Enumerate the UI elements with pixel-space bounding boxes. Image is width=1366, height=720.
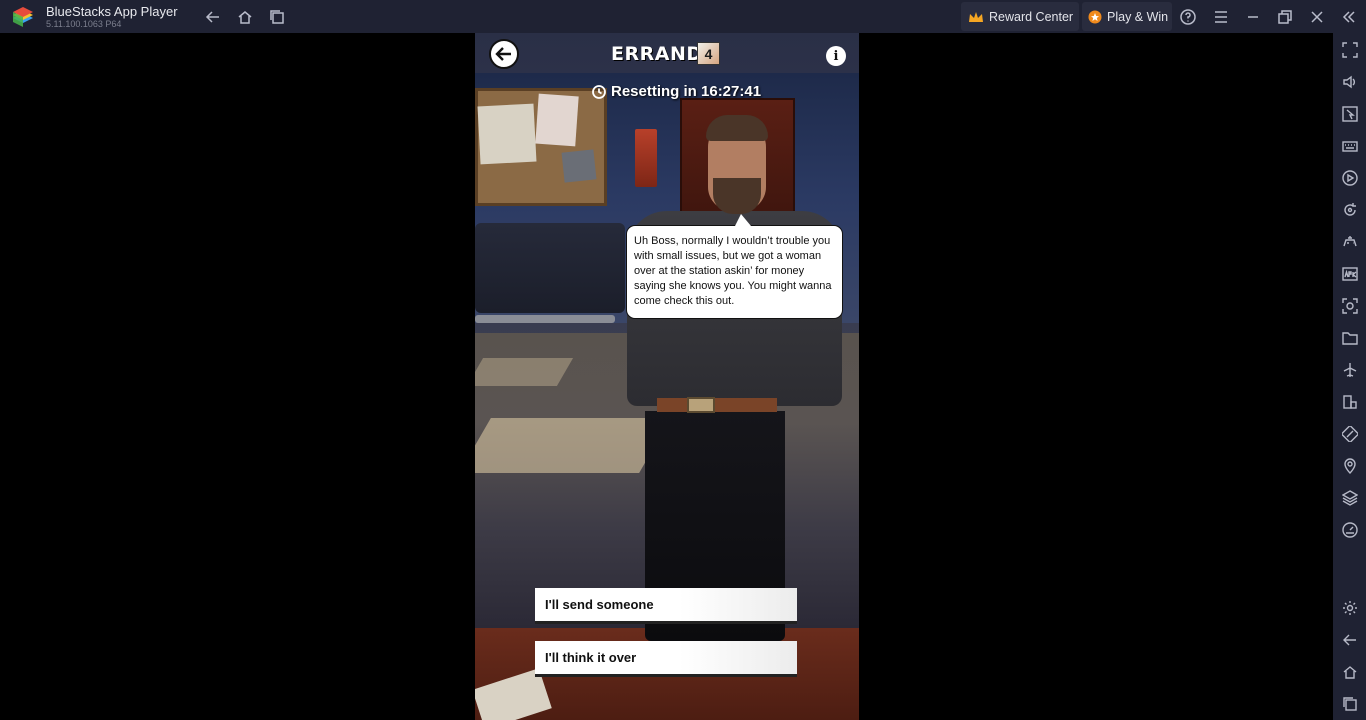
crown-icon	[969, 11, 983, 22]
menu-icon[interactable]	[1211, 7, 1231, 27]
choice-send-someone-button[interactable]: I'll send someone	[535, 588, 797, 624]
scene-coffee-table	[475, 315, 615, 323]
reward-center-button[interactable]: Reward Center	[961, 2, 1079, 31]
reset-timer: Resetting in 16:27:41	[592, 83, 761, 100]
app-version: 5.11.100.1063 P64	[46, 19, 122, 29]
reset-timer-text: Resetting in 16:27:41	[611, 83, 762, 100]
choice-label: I'll think it over	[545, 650, 637, 665]
volume-icon[interactable]	[1341, 73, 1358, 90]
arrow-left-icon	[495, 47, 511, 61]
scene-sunlight-small	[475, 358, 574, 386]
close-icon[interactable]	[1307, 7, 1327, 27]
restore-icon[interactable]	[1275, 7, 1295, 27]
collapse-sidebar-icon[interactable]	[1339, 7, 1359, 27]
scene-lamp	[635, 129, 657, 187]
airplane-icon[interactable]	[1341, 361, 1358, 378]
app-title: BlueStacks App Player	[46, 4, 178, 19]
layers-icon[interactable]	[1341, 489, 1358, 506]
errands-count-badge: 4	[697, 42, 720, 65]
location-icon[interactable]	[1341, 457, 1358, 474]
multitask-icon[interactable]	[267, 7, 287, 27]
character-belt	[657, 398, 777, 412]
help-icon[interactable]	[1178, 7, 1198, 27]
dialogue-text: Uh Boss, normally I wouldn’t trouble you…	[634, 235, 832, 307]
macro-icon[interactable]	[1341, 169, 1358, 186]
choice-think-it-over-button[interactable]: I'll think it over	[535, 641, 797, 677]
scene-photo	[561, 149, 597, 183]
character-hair	[706, 115, 768, 141]
scene-sofa	[475, 223, 625, 313]
android-home-icon[interactable]	[1341, 663, 1358, 680]
pointer-icon[interactable]	[1341, 105, 1358, 122]
apk-icon[interactable]	[1341, 265, 1358, 282]
right-sidebar	[1333, 33, 1366, 720]
fullscreen-icon[interactable]	[1341, 41, 1358, 58]
game-back-button[interactable]	[489, 39, 519, 69]
speed-icon[interactable]	[1341, 521, 1358, 538]
clock-icon	[592, 84, 606, 99]
rotate-icon[interactable]	[1341, 201, 1358, 218]
recents-icon[interactable]	[1341, 695, 1358, 712]
info-icon: i	[833, 48, 839, 64]
title-bar: BlueStacks App Player 5.11.100.1063 P64 …	[0, 0, 1366, 33]
choice-label: I'll send someone	[545, 597, 654, 612]
reward-center-label: Reward Center	[989, 9, 1074, 24]
game-viewport[interactable]: ERRANDS 4 i Resetting in 16:27:41 Uh Bos…	[475, 33, 859, 720]
screenshot-icon[interactable]	[1341, 297, 1358, 314]
play-win-icon	[1088, 10, 1102, 23]
info-button[interactable]: i	[826, 46, 846, 66]
character-belt-buckle	[687, 397, 715, 413]
android-back-icon[interactable]	[1341, 631, 1358, 648]
minimize-icon[interactable]	[1243, 7, 1263, 27]
character-beard	[713, 178, 761, 214]
home-icon[interactable]	[235, 7, 255, 27]
scene-map-paper	[477, 103, 537, 165]
bluestacks-logo-icon	[13, 7, 33, 27]
settings-icon[interactable]	[1341, 599, 1358, 616]
play-win-button[interactable]: Play & Win	[1082, 2, 1172, 31]
keyboard-icon[interactable]	[1341, 137, 1358, 154]
scene-sunlight	[475, 418, 671, 473]
folder-icon[interactable]	[1341, 329, 1358, 346]
multi-instance-icon[interactable]	[1341, 393, 1358, 410]
gamepad-icon[interactable]	[1341, 233, 1358, 250]
scene-note-paper	[535, 93, 579, 147]
eco-mode-icon[interactable]	[1341, 425, 1358, 442]
dialogue-bubble: Uh Boss, normally I wouldn’t trouble you…	[626, 214, 843, 319]
back-arrow-icon[interactable]	[203, 7, 223, 27]
play-win-label: Play & Win	[1107, 9, 1169, 24]
